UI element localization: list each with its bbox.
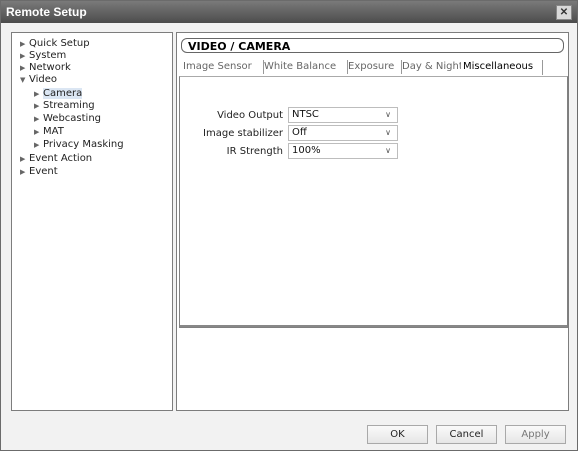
remote-setup-window: Remote Setup ✕ ▶ Quick Setup ▶ System ▶ Net…	[0, 0, 578, 451]
tree-item-label: Video	[29, 74, 58, 85]
tree-item-mat[interactable]: ▶ MAT	[34, 126, 64, 138]
tree-item-label: Event Action	[29, 153, 93, 164]
tree-item-label: Network	[29, 62, 71, 73]
tree-item-label: MAT	[43, 126, 64, 137]
tree-item-event-action[interactable]: ▶ Event Action	[20, 153, 92, 165]
video-output-value: NTSC	[292, 109, 319, 120]
settings-tree: ▶ Quick Setup ▶ System ▶ Network ▼ Video ▶ Ca…	[11, 32, 173, 411]
tree-item-label: Camera	[43, 88, 83, 99]
expand-arrow-icon: ▶	[20, 155, 26, 163]
cancel-button[interactable]: Cancel	[436, 425, 497, 444]
expand-arrow-icon: ▶	[34, 128, 40, 136]
expand-arrow-icon: ▶	[34, 102, 40, 110]
tree-item-label: Webcasting	[43, 113, 102, 124]
chevron-down-icon: ∨	[385, 128, 391, 137]
window-title: Remote Setup	[6, 5, 87, 19]
image-stabilizer-label: Image stabilizer	[203, 128, 283, 139]
video-output-select[interactable]: NTSC ∨	[288, 107, 398, 123]
video-output-label: Video Output	[217, 110, 283, 121]
settings-panel: VIDEO / CAMERA Image Sensor White Balanc…	[176, 32, 569, 411]
apply-button[interactable]: Apply	[505, 425, 566, 444]
ir-strength-select[interactable]: 100% ∨	[288, 143, 398, 159]
expand-arrow-icon: ▶	[20, 64, 26, 72]
expand-arrow-icon: ▶	[34, 90, 40, 98]
title-bar[interactable]: Remote Setup ✕	[1, 1, 577, 23]
tree-item-streaming[interactable]: ▶ Streaming	[34, 100, 95, 112]
expand-arrow-icon: ▶	[20, 52, 26, 60]
tab-white-balance[interactable]: White Balance	[262, 60, 348, 74]
tree-item-label: Event	[29, 166, 58, 177]
tree-item-webcasting[interactable]: ▶ Webcasting	[34, 113, 101, 125]
tree-item-label: System	[29, 50, 67, 61]
tab-day-night[interactable]: Day & Night	[400, 60, 463, 74]
tree-item-camera[interactable]: ▶ Camera	[34, 88, 83, 100]
expand-arrow-icon: ▶	[34, 141, 40, 149]
tree-item-quick-setup[interactable]: ▶ Quick Setup	[20, 38, 90, 50]
tab-miscellaneous[interactable]: Miscellaneous	[461, 60, 543, 75]
expand-arrow-icon: ▶	[20, 40, 26, 48]
image-stabilizer-select[interactable]: Off ∨	[288, 125, 398, 141]
tree-item-privacy-masking[interactable]: ▶ Privacy Masking	[34, 139, 124, 151]
page-title: VIDEO / CAMERA	[181, 38, 564, 53]
collapse-arrow-icon: ▼	[20, 76, 26, 84]
tree-item-network[interactable]: ▶ Network	[20, 62, 71, 74]
tree-item-label: Privacy Masking	[43, 139, 124, 150]
tree-item-label: Streaming	[43, 100, 95, 111]
expand-arrow-icon: ▶	[20, 168, 26, 176]
tab-content: Video Output NTSC ∨ Image stabilizer Off…	[179, 76, 568, 328]
chevron-down-icon: ∨	[385, 110, 391, 119]
expand-arrow-icon: ▶	[34, 115, 40, 123]
image-stabilizer-value: Off	[292, 127, 307, 138]
tab-exposure[interactable]: Exposure	[346, 60, 402, 74]
tree-item-system[interactable]: ▶ System	[20, 50, 66, 62]
tree-item-video[interactable]: ▼ Video	[20, 74, 57, 86]
close-icon[interactable]: ✕	[556, 5, 572, 20]
chevron-down-icon: ∨	[385, 146, 391, 155]
ir-strength-value: 100%	[292, 145, 321, 156]
ok-button[interactable]: OK	[367, 425, 428, 444]
tab-image-sensor[interactable]: Image Sensor	[181, 60, 264, 74]
tree-item-event[interactable]: ▶ Event	[20, 166, 58, 178]
ir-strength-label: IR Strength	[226, 146, 283, 157]
tree-item-label: Quick Setup	[29, 38, 90, 49]
